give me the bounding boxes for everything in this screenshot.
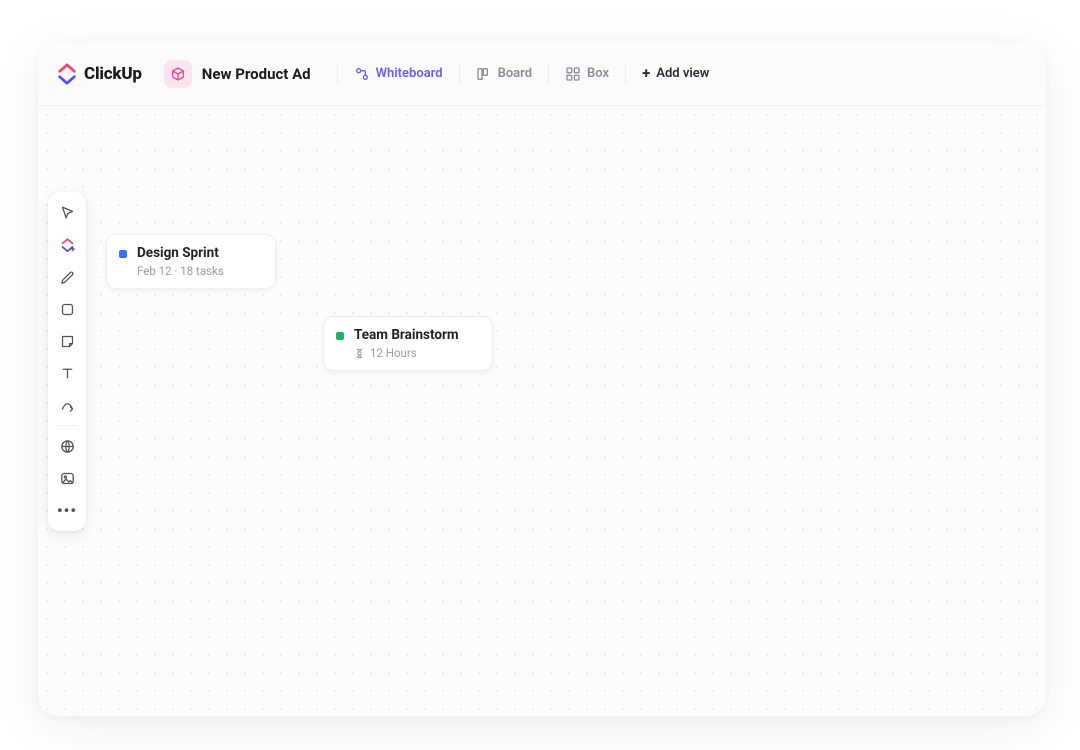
cursor-icon: [59, 205, 76, 222]
app-logo-text: ClickUp: [84, 64, 142, 84]
tool-cursor[interactable]: [52, 198, 82, 228]
card-meta: Feb 12 · 18 tasks: [137, 264, 224, 278]
card-design-sprint[interactable]: Design Sprint Feb 12 · 18 tasks: [106, 234, 276, 289]
clickup-logo-icon: [56, 63, 78, 85]
card-title: Team Brainstorm: [354, 327, 459, 343]
project-cube-icon: [164, 60, 192, 88]
card-meta: 12 Hours: [354, 346, 459, 360]
plus-icon: +: [642, 66, 650, 81]
app-logo[interactable]: ClickUp: [56, 63, 142, 85]
card-body: Design Sprint Feb 12 · 18 tasks: [137, 245, 224, 278]
status-dot-icon: [336, 332, 344, 340]
tool-image[interactable]: [52, 463, 82, 493]
view-box[interactable]: Box: [557, 60, 617, 88]
separator: [625, 64, 626, 84]
globe-icon: [59, 438, 76, 455]
box-grid-icon: [565, 66, 581, 82]
image-icon: [59, 470, 76, 487]
hourglass-icon: [354, 348, 365, 359]
separator: [337, 64, 338, 84]
toolbar-divider: [56, 425, 78, 426]
card-meta-text: Feb 12 · 18 tasks: [137, 264, 224, 278]
status-dot-icon: [119, 250, 127, 258]
view-box-label: Box: [587, 66, 609, 81]
card-body: Team Brainstorm 12 Hours: [354, 327, 459, 360]
tool-web-embed[interactable]: [52, 431, 82, 461]
project-selector[interactable]: New Product Ad: [164, 60, 311, 88]
square-icon: [59, 301, 76, 318]
sticky-note-icon: [59, 333, 76, 350]
separator: [548, 64, 549, 84]
tool-clickup-add[interactable]: [52, 230, 82, 260]
pen-icon: [59, 269, 76, 286]
view-board-label: Board: [498, 66, 532, 81]
project-name: New Product Ad: [202, 65, 311, 83]
card-meta-text: 12 Hours: [370, 346, 417, 360]
connector-icon: [59, 397, 76, 414]
whiteboard-icon: [354, 66, 370, 82]
whiteboard-canvas[interactable]: Design Sprint Feb 12 · 18 tasks Team Bra…: [38, 106, 1046, 716]
tool-connector[interactable]: [52, 390, 82, 420]
view-board[interactable]: Board: [468, 60, 540, 88]
ellipsis-icon: •••: [57, 501, 77, 520]
whiteboard-toolbar: •••: [48, 192, 86, 531]
tool-more[interactable]: •••: [52, 495, 82, 525]
view-switcher: Whiteboard Board Box + Add view: [331, 60, 718, 88]
text-icon: [59, 365, 76, 382]
clickup-add-icon: [59, 237, 76, 254]
card-team-brainstorm[interactable]: Team Brainstorm 12 Hours: [323, 316, 493, 371]
view-whiteboard-label: Whiteboard: [376, 66, 443, 81]
view-whiteboard[interactable]: Whiteboard: [346, 60, 451, 88]
card-title: Design Sprint: [137, 245, 224, 261]
board-icon: [476, 66, 492, 82]
tool-pen[interactable]: [52, 262, 82, 292]
separator: [459, 64, 460, 84]
tool-sticky-note[interactable]: [52, 326, 82, 356]
add-view-label: Add view: [656, 66, 709, 81]
tool-shape[interactable]: [52, 294, 82, 324]
app-window: ClickUp New Product Ad Whiteboard: [38, 42, 1046, 716]
header-bar: ClickUp New Product Ad Whiteboard: [38, 42, 1046, 106]
tool-text[interactable]: [52, 358, 82, 388]
add-view-button[interactable]: + Add view: [634, 60, 717, 87]
